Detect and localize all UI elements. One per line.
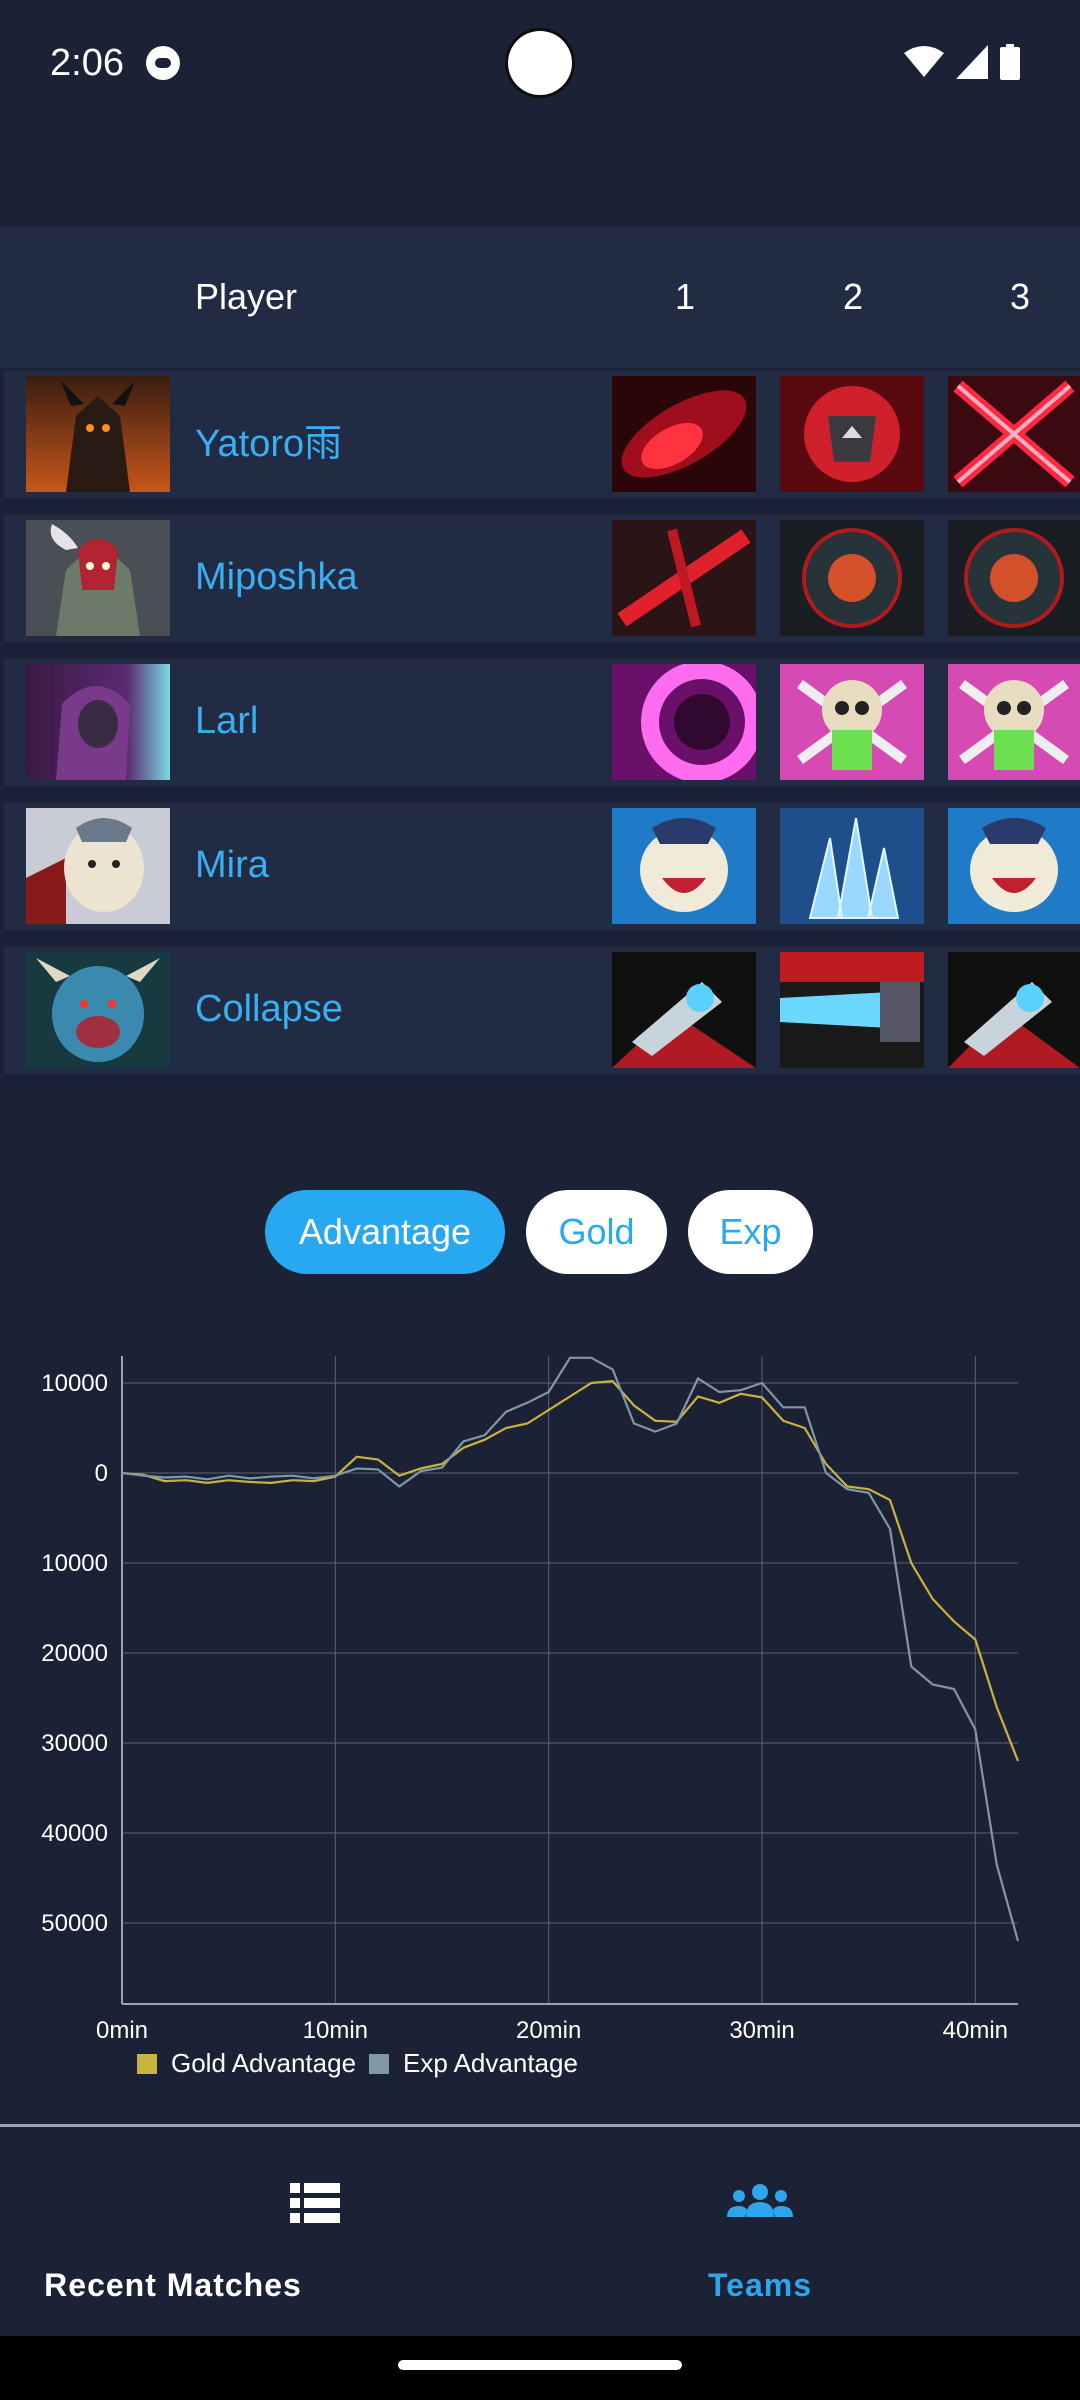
system-navigation-bar: [0, 2336, 1080, 2400]
header-col-2: 2: [843, 276, 864, 317]
list-icon: [290, 2183, 340, 2223]
red-rune-ability-icon: [780, 376, 924, 492]
player-name[interactable]: Mira: [195, 844, 269, 887]
table-header: Player 1 2 3: [0, 226, 1080, 368]
table-row[interactable]: Larl: [4, 658, 1080, 790]
tab-gold[interactable]: Gold: [526, 1190, 667, 1274]
tab-advantage[interactable]: Advantage: [265, 1190, 505, 1274]
wifi-icon: [904, 46, 944, 77]
y-tick-label: 0: [95, 1460, 108, 1487]
x-tick-label: 20min: [516, 2017, 581, 2044]
player-name[interactable]: Larl: [195, 700, 258, 743]
legend-label: Exp Advantage: [403, 2048, 578, 2078]
hero-avatar-void-spirit: [26, 664, 170, 780]
advantage-chart: 10000 0 10000 20000 30000 40000 50000 0min 10min…: [41, 1356, 1020, 2078]
green-skull-ability-icon: [780, 664, 924, 780]
player-name[interactable]: Collapse: [195, 988, 343, 1031]
player-name[interactable]: Yatoro雨: [195, 412, 342, 467]
home-indicator[interactable]: [398, 2360, 682, 2370]
x-tick-label: 0min: [96, 2017, 148, 2044]
charge-dash-ability-icon: [780, 952, 924, 1068]
table-row[interactable]: Miposhka: [4, 514, 1080, 646]
legend-label: Gold Advantage: [171, 2048, 356, 2078]
ice-shards-ability-icon: [780, 808, 924, 924]
nav-teams-label: Teams: [707, 2267, 812, 2303]
red-x-slash-ability-icon: [612, 520, 756, 636]
y-tick-label: 10000: [41, 1370, 108, 1397]
x-tick-label: 40min: [943, 2017, 1008, 2044]
blood-moon-ability-icon: [948, 520, 1080, 636]
red-x-slash-ability-icon: [948, 376, 1080, 492]
group-icon: [727, 2184, 793, 2217]
app-notification-icon: [146, 46, 180, 80]
green-skull-ability-icon: [948, 664, 1080, 780]
tusk-roar-ability-icon: [948, 808, 1080, 924]
status-time: 2:06: [50, 42, 124, 84]
table-row[interactable]: Yatoro雨: [4, 370, 1080, 502]
tusk-roar-ability-icon: [612, 808, 756, 924]
legend-swatch: [369, 2054, 389, 2074]
bottom-navigation: Recent Matches Teams: [0, 2124, 1080, 2339]
tab-exp[interactable]: Exp: [688, 1190, 813, 1274]
player-table: Yatoro雨 Miposhka Larl Mira Collapse: [4, 370, 1080, 1090]
header-player: Player: [195, 276, 298, 317]
series-line-exp-advantage: [121, 1356, 1020, 1942]
y-tick-label: 30000: [41, 1730, 108, 1757]
hero-avatar-shadow-demon: [26, 520, 170, 636]
status-bar: 2:06: [0, 0, 1080, 130]
charge-ability-icon: [612, 952, 756, 1068]
blood-moon-ability-icon: [780, 520, 924, 636]
battery-icon: [1000, 44, 1020, 80]
y-tick-label: 10000: [41, 1550, 108, 1577]
x-tick-label: 10min: [303, 2017, 368, 2044]
table-row[interactable]: Mira: [4, 802, 1080, 934]
red-slash-ability-icon: [612, 376, 756, 492]
pink-swirl-ability-icon: [612, 664, 756, 780]
player-name[interactable]: Miposhka: [195, 556, 358, 599]
signal-icon: [956, 45, 988, 79]
table-row[interactable]: Collapse: [4, 946, 1080, 1078]
header-col-1: 1: [675, 276, 696, 317]
legend-swatch: [137, 2054, 157, 2074]
camera-cutout: [508, 31, 572, 95]
y-tick-label: 20000: [41, 1640, 108, 1667]
charge-ability-icon: [948, 952, 1080, 1068]
y-tick-label: 50000: [41, 1910, 108, 1937]
y-tick-label: 40000: [41, 1820, 108, 1847]
header-col-3: 3: [1010, 276, 1031, 317]
status-icons: [904, 44, 1020, 80]
hero-avatar-spirit-breaker: [26, 952, 170, 1068]
x-tick-label: 30min: [729, 2017, 794, 2044]
nav-teams[interactable]: Teams: [490, 2127, 1030, 2339]
hero-avatar-doom: [26, 376, 170, 492]
nav-recent-matches-label: Recent Matches: [44, 2267, 302, 2303]
hero-avatar-tusk: [26, 808, 170, 924]
graph-tabs: Advantage Gold Exp: [0, 1190, 1080, 1276]
series-line-gold-advantage: [121, 1380, 1020, 1762]
